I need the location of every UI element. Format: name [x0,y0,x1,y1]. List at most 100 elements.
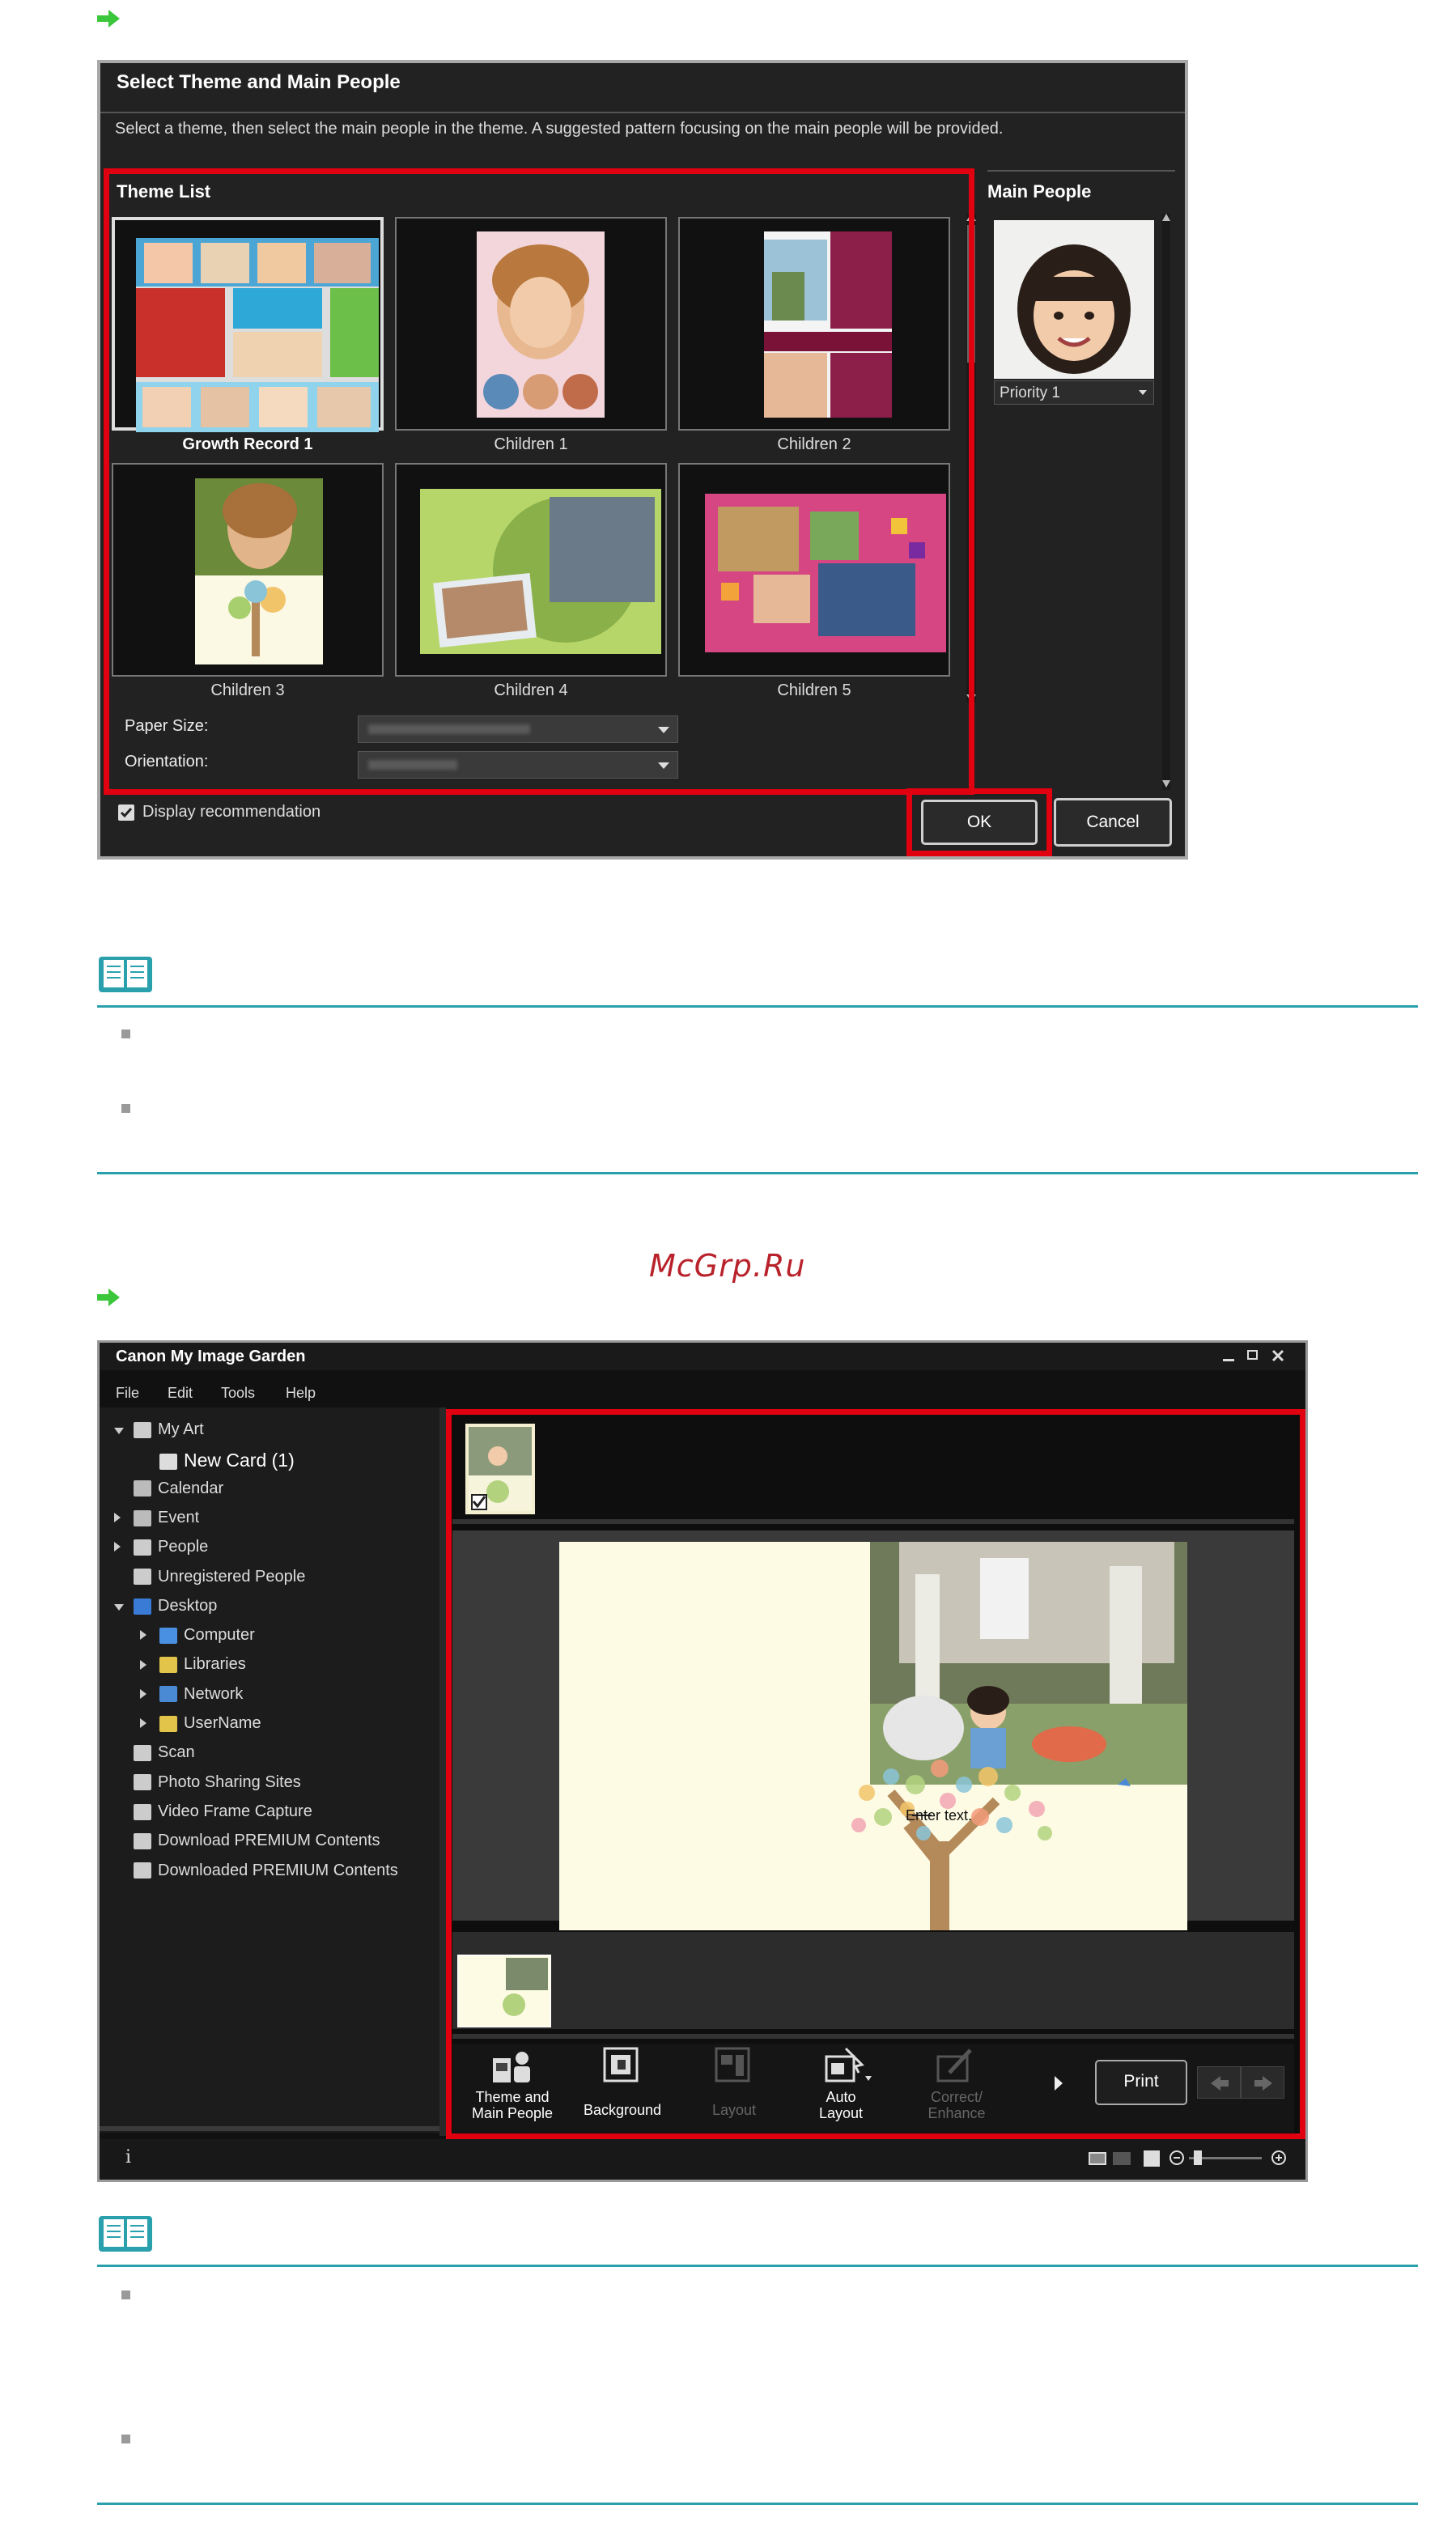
main-people-scrollbar[interactable] [1162,214,1170,790]
note-book-icon [99,957,152,992]
video-frame-icon [134,1803,151,1820]
main-people-title: Main People [987,181,1092,202]
tree-item-label: Calendar [158,1479,224,1497]
note-divider-top [97,1005,1418,1008]
note-bullet [121,1104,130,1113]
chevron-right-icon[interactable] [140,1656,151,1675]
watermark-text: McGrp.Ru [649,1248,806,1284]
tree-item-label: Downloaded PREMIUM Contents [158,1861,398,1879]
chevron-down-icon[interactable] [114,1420,125,1439]
tree-item[interactable]: Computer [140,1626,255,1645]
tree-item[interactable]: Photo Sharing Sites [114,1773,301,1792]
tree-item[interactable]: Desktop [114,1597,217,1615]
checkmark-icon [120,808,133,818]
info-icon[interactable]: i [125,2147,131,2167]
tree-item-label: Scan [158,1743,195,1762]
menu-tools[interactable]: Tools [221,1385,255,1402]
priority-value: Priority 1 [1000,384,1060,401]
fit-to-window-icon[interactable] [1144,2150,1160,2167]
close-icon[interactable] [1271,1349,1284,1362]
note-bullet [121,1030,130,1038]
menu-file[interactable]: File [116,1385,139,1402]
tree-item[interactable]: Network [140,1685,243,1704]
menu-help[interactable]: Help [286,1385,316,1402]
tree-item-label: UserName [184,1714,261,1732]
title-bar: Canon My Image Garden [100,1343,1305,1370]
tree-item-label: Download PREMIUM Contents [158,1832,380,1850]
view-single-icon[interactable] [1089,2152,1106,2165]
scroll-down-icon[interactable] [1162,780,1170,788]
tree-item[interactable]: UserName [140,1714,261,1733]
tree-item[interactable]: Unregistered People [114,1568,305,1586]
dialog-title: Select Theme and Main People [117,71,401,93]
tree-item[interactable]: Download PREMIUM Contents [114,1832,380,1850]
event-icon [134,1509,151,1526]
tree-item-label: Photo Sharing Sites [158,1772,301,1791]
chevron-down-icon [1139,390,1147,395]
plus-bar-v [1278,2155,1280,2161]
network-icon [159,1686,177,1703]
tree-item[interactable]: Video Frame Capture [114,1802,312,1821]
maximize-icon[interactable] [1247,1350,1258,1360]
user-folder-icon [159,1715,177,1732]
libraries-icon [159,1657,177,1674]
tree-item[interactable]: Scan [114,1743,195,1762]
photo-sharing-icon [134,1774,151,1791]
tree-item[interactable]: New Card (1) [140,1450,295,1471]
note-divider-bottom [97,2503,1418,2505]
desktop-icon [134,1598,151,1615]
priority-dropdown[interactable]: Priority 1 [994,380,1154,405]
navigation-scroll-bottom [100,2126,439,2131]
scroll-up-icon[interactable] [1162,214,1170,221]
main-people-top-line [987,170,1175,172]
panel-splitter[interactable] [439,1407,446,2136]
chevron-right-icon[interactable] [140,1626,151,1645]
zoom-in-icon[interactable] [1271,2150,1286,2165]
tree-item-label: Event [158,1508,200,1526]
menu-bar: File Edit Tools Help [100,1385,423,1406]
theme-list-highlight [104,168,974,795]
cancel-button[interactable]: Cancel [1054,798,1172,847]
tree-item-label: Video Frame Capture [158,1802,312,1820]
tree-item[interactable]: Calendar [114,1480,223,1498]
folder-icon [134,1862,151,1879]
arrow-right-icon [97,10,120,28]
display-recommendation-label: Display recommendation [142,803,321,821]
note-divider-top [97,2265,1418,2267]
note-book-icon [99,2216,152,2252]
tree-item-label: My Art [158,1420,204,1438]
tree-item[interactable]: My Art [114,1420,204,1439]
person-icon [134,1539,151,1556]
zoom-out-icon[interactable] [1169,2150,1184,2165]
scan-icon [134,1745,151,1762]
chevron-right-icon[interactable] [114,1509,125,1527]
tree-item[interactable]: Libraries [140,1655,246,1674]
ok-button[interactable]: OK [921,800,1038,845]
tree-item-label: Unregistered People [158,1567,306,1586]
chevron-right-icon[interactable] [114,1538,125,1556]
tree-item-label: Computer [184,1626,255,1645]
editing-area-highlight [446,1409,1305,2139]
chevron-right-icon[interactable] [140,1685,151,1704]
tree-item[interactable]: Event [114,1509,199,1527]
view-multi-icon[interactable] [1113,2152,1131,2165]
minimize-icon[interactable] [1223,1359,1234,1361]
dialog-description: Select a theme, then select the main peo… [115,120,1004,138]
note-divider-bottom [97,1172,1418,1174]
tree-item[interactable]: People [114,1538,208,1556]
unregistered-person-icon [134,1569,151,1586]
app-window: Canon My Image Garden File Edit Tools Help … [97,1340,1308,2182]
tree-item-label: Libraries [184,1655,246,1674]
menu-edit[interactable]: Edit [168,1385,193,1402]
display-recommendation-checkbox[interactable] [118,805,134,821]
zoom-slider-handle[interactable] [1194,2150,1202,2165]
chevron-right-icon[interactable] [140,1714,151,1733]
card-icon [159,1454,177,1471]
my-art-icon [134,1421,151,1438]
tree-item-label: Network [184,1684,244,1703]
app-title: Canon My Image Garden [116,1348,306,1365]
tree-item[interactable]: Downloaded PREMIUM Contents [114,1862,398,1880]
main-person-photo[interactable] [994,220,1154,379]
calendar-icon [134,1480,151,1497]
chevron-down-icon[interactable] [114,1597,125,1615]
